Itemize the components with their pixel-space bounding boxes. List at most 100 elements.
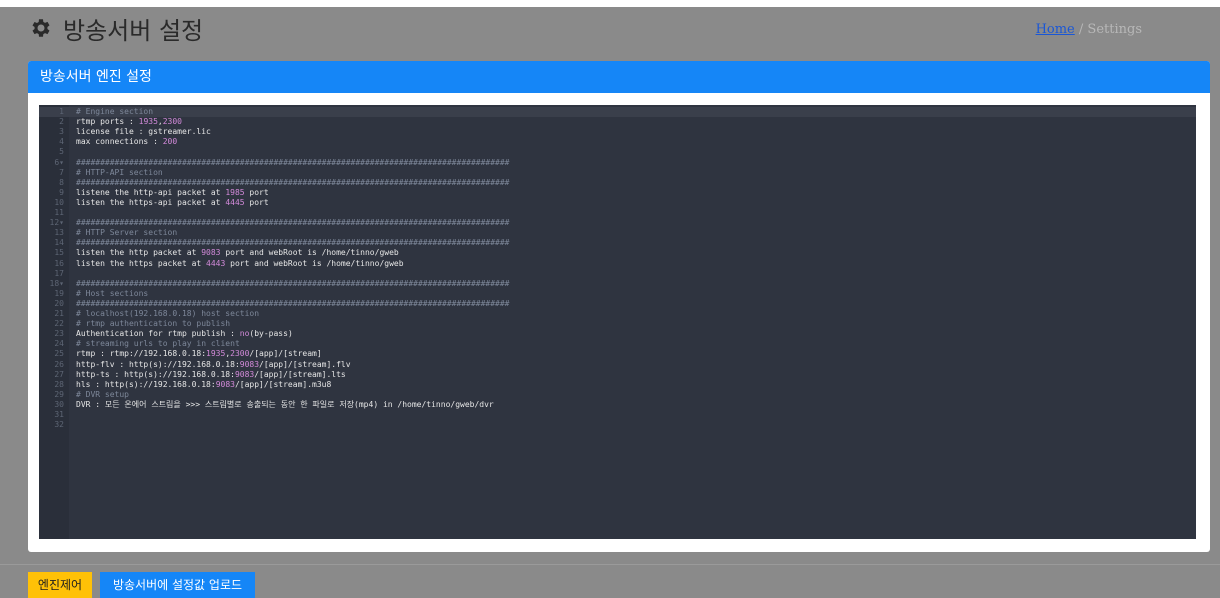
code-comment: ########################################… [76,177,510,187]
line-code: # Engine section [76,107,153,117]
code-comment: # streaming urls to play in client [76,339,240,349]
line-number: 12▾ [49,218,64,228]
editor-line[interactable]: 10 listen the https-api packet at 4445 po… [39,198,1196,208]
breadcrumb-home-link[interactable]: Home [1036,22,1075,37]
code-text: listen the https packet at [76,258,207,268]
line-number: 5 [59,147,64,157]
code-comment: # Host sections [76,288,149,298]
code-text: DVR : 모든 온에어 스트림을 >>> 스트림별로 송출되는 동안 한 파일… [76,399,494,409]
code-text: port [244,197,269,207]
line-number: 11 [54,208,64,217]
card-title: 방송서버 엔진 설정 [40,69,152,85]
line-number: 25 [54,349,64,359]
code-text: rtmp : rtmp://192.168.0.18: [76,349,207,359]
line-number: 16 [54,258,64,268]
line-number: 17 [54,268,64,278]
editor-line[interactable]: 18▾ #####################################… [39,279,1196,289]
line-code: http-ts : http(s)://192.168.0.18:9083/[a… [76,370,346,380]
line-number: 22 [54,319,64,329]
top-border [0,0,1220,7]
editor-line[interactable]: 27 http-ts : http(s)://192.168.0.18:9083/… [39,370,1196,380]
line-code: Authentication for rtmp publish : no(by-… [76,329,293,339]
editor-line[interactable]: 2 rtmp ports : 1935,2300 [39,117,1196,127]
line-number: 7 [59,167,64,177]
editor-line[interactable]: 17 [39,269,1196,279]
editor-line[interactable]: 16 listen the https packet at 4443 port a… [39,259,1196,269]
line-number: 15 [54,248,64,258]
code-comment: ########################################… [76,278,510,288]
page-title: 방송서버 설정 [63,17,204,45]
code-comment: # HTTP Server section [76,228,178,238]
editor-line[interactable]: 1 # Engine section [39,107,1196,118]
code-text: hls : http(s)://192.168.0.18: [76,379,216,389]
editor-line[interactable]: 30 DVR : 모든 온에어 스트림을 >>> 스트림별로 송출되는 동안 한 … [39,400,1196,410]
line-code: ########################################… [76,238,509,248]
code-text: port and webRoot is /home/tinno/gweb [225,258,404,268]
code-number: 9083 [239,359,260,369]
editor-line[interactable]: 6▾ ######################################… [39,158,1196,168]
code-text: rtmp ports : [76,117,139,127]
editor-line[interactable]: 24 # streaming urls to play in client [39,339,1196,349]
line-number: 30 [54,399,64,409]
editor-line[interactable]: 29 # DVR setup [39,390,1196,400]
breadcrumb-separator: / [1078,22,1084,37]
editor-line[interactable]: 20 ######################################… [39,299,1196,309]
code-number: no [239,329,250,339]
line-code: # streaming urls to play in client [76,339,240,349]
editor-line[interactable]: 13 # HTTP Server section [39,228,1196,238]
line-number: 29 [54,389,64,399]
editor-line[interactable]: 14 ######################################… [39,238,1196,248]
line-number: 6▾ [54,157,64,167]
footer-divider [0,564,1220,565]
editor-line[interactable]: 22 # rtmp authentication to publish [39,319,1196,329]
editor-line[interactable]: 28 hls : http(s)://192.168.0.18:9083/[app… [39,380,1196,390]
line-code: max connections : 200 [76,137,177,147]
editor-line[interactable]: 3 license file : gstreamer.lic [39,127,1196,137]
code-text: listen the https-api packet at [76,197,226,207]
editor-line[interactable]: 31 [39,410,1196,420]
editor-line[interactable]: 25 rtmp : rtmp://192.168.0.18:1935,2300/[… [39,349,1196,359]
code-comment: ########################################… [76,298,510,308]
line-number: 26 [54,359,64,369]
line-number: 18▾ [49,278,64,288]
editor-line[interactable]: 11 [39,208,1196,218]
code-comment: # Engine section [76,107,154,116]
editor-line[interactable]: 32 [39,420,1196,430]
editor-line[interactable]: 12▾ #####################################… [39,218,1196,228]
code-text: max connections : [76,137,163,147]
line-number: 13 [54,228,64,238]
code-number: 9083 [201,248,221,258]
line-code: # rtmp authentication to publish [76,319,230,329]
line-code: # HTTP-API section [76,168,163,178]
page-header: 방송서버 설정 Home / Settings [28,14,1208,50]
line-code: rtmp : rtmp://192.168.0.18:1935,2300/[ap… [76,349,322,359]
editor-line[interactable]: 21 # localhost(192.168.0.18) host section [39,309,1196,319]
editor-line[interactable]: 5 [39,147,1196,157]
engine-control-button[interactable]: 엔진제어 [28,572,92,598]
code-number: 2300 [230,349,250,359]
config-editor[interactable]: 1 # Engine section 2 rtmp ports : 1935,2300… [39,105,1196,539]
code-text: license file : gstreamer.lic [76,127,211,137]
code-number: 4445 [225,197,245,207]
code-number: 4443 [206,258,226,268]
line-number: 32 [54,420,64,430]
editor-line[interactable]: 15 listen the http packet at 9083 port an… [39,248,1196,258]
code-comment: # rtmp authentication to publish [76,319,231,329]
editor-line[interactable]: 19 # Host sections [39,289,1196,299]
line-code: ########################################… [76,299,509,309]
editor-line[interactable]: 9 listene the http-api packet at 1985 por… [39,188,1196,198]
card-header: 방송서버 엔진 설정 [28,61,1210,93]
line-number: 3 [59,127,64,137]
line-code: http-flv : http(s)://192.168.0.18:9083/[… [76,360,351,370]
code-text: Authentication for rtmp publish : [76,329,240,339]
line-code: # localhost(192.168.0.18) host section [76,309,259,319]
editor-line[interactable]: 23 Authentication for rtmp publish : no(b… [39,329,1196,339]
editor-line[interactable]: 4 max connections : 200 [39,137,1196,147]
code-comment: # localhost(192.168.0.18) host section [76,309,260,318]
upload-settings-button[interactable]: 방송서버에 설정값 업로드 [100,572,255,598]
editor-line[interactable]: 7 # HTTP-API section [39,168,1196,178]
line-code: hls : http(s)://192.168.0.18:9083/[app]/… [76,380,331,390]
editor-line[interactable]: 26 http-flv : http(s)://192.168.0.18:9083… [39,360,1196,370]
breadcrumb-current: Settings [1087,22,1142,37]
editor-line[interactable]: 8 #######################################… [39,178,1196,188]
